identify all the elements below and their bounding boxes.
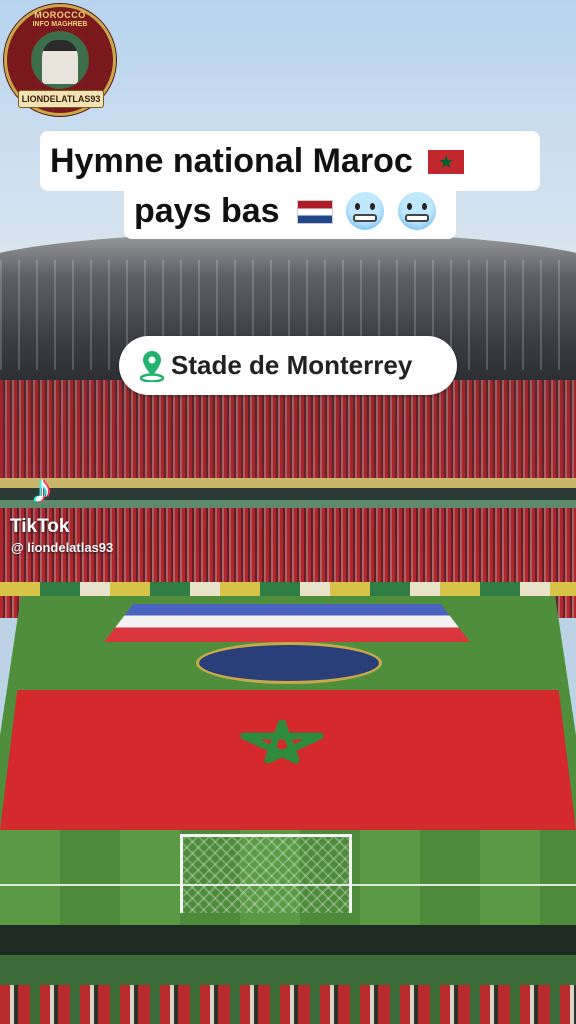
logo-top-text: MOROCCO: [34, 10, 86, 20]
advertising-boards: [0, 582, 576, 596]
tiktok-brand: TikTok: [10, 516, 70, 537]
stand-ring: [0, 478, 576, 488]
netherlands-flag-icon: [296, 200, 333, 224]
location-tag[interactable]: Stade de Monterrey: [119, 336, 457, 395]
title-text-1: Hymne national Maroc: [50, 142, 413, 180]
center-circle-banner: [196, 642, 382, 684]
tiktok-icon: ♪: [32, 467, 52, 511]
logo-sub-text: INFO MAGHREB: [32, 21, 88, 28]
grimacing-cold-face-icon: [397, 192, 436, 230]
upper-stand-crowd: [0, 380, 576, 480]
location-label: Stade de Monterrey: [171, 350, 413, 380]
map-pin-icon: [139, 351, 165, 382]
sideline-area: [0, 925, 576, 955]
stand-ring-green: [0, 500, 576, 508]
tiktok-handle: @ liondelatlas93: [11, 540, 114, 555]
channel-logo: MOROCCO INFO MAGHREB LIONDELATLAS93: [4, 4, 116, 116]
pitchside-people: [0, 985, 576, 1024]
title-line-2: pays bas: [124, 181, 456, 239]
morocco-flag-icon: [428, 150, 465, 174]
grimacing-cold-face-icon: [346, 192, 385, 230]
stand-ring-dark: [0, 488, 576, 500]
goal-net: [180, 834, 352, 913]
logo-person-image: [42, 40, 78, 84]
morocco-star-icon: [240, 720, 324, 764]
logo-banner: LIONDELATLAS93: [18, 90, 104, 108]
title-text-2: pays bas: [134, 192, 280, 230]
netherlands-giant-flag: [104, 604, 470, 642]
